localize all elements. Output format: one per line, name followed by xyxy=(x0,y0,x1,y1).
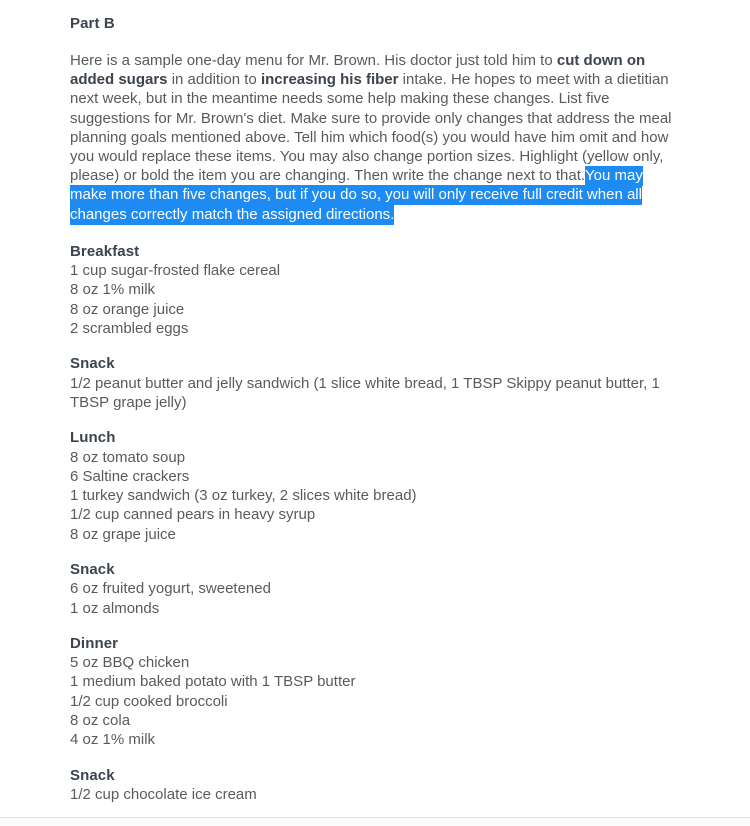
page-bottom-strip xyxy=(0,818,750,826)
meal-heading: Snack xyxy=(70,560,115,578)
meal-item: 6 oz fruited yogurt, sweetened xyxy=(70,580,271,598)
intro-bold-increasing-fiber: increasing his fiber xyxy=(260,71,399,89)
meal-item: 8 oz cola xyxy=(70,712,131,730)
meal-heading: Breakfast xyxy=(70,242,140,260)
meal-section-snack-evening: Snack 1/2 cup chocolate ice cream xyxy=(70,766,678,805)
meal-item: 8 oz tomato soup xyxy=(70,448,186,466)
meal-heading: Snack xyxy=(70,355,115,373)
meal-list: Breakfast 1 cup sugar-frosted flake cere… xyxy=(70,242,678,804)
meal-item: 1 turkey sandwich (3 oz turkey, 2 slices… xyxy=(70,487,417,505)
meal-section-lunch: Lunch 8 oz tomato soup 6 Saltine cracker… xyxy=(70,428,678,544)
meal-item: 1/2 cup chocolate ice cream xyxy=(70,785,257,803)
intro-text-segment-1: Here is a sample one-day menu for Mr. Br… xyxy=(70,52,557,69)
meal-item: 8 oz grape juice xyxy=(70,525,176,543)
meal-item: 1/2 cup canned pears in heavy syrup xyxy=(70,506,316,524)
meal-item: 4 oz 1% milk xyxy=(70,731,156,749)
meal-item: 1 oz almonds xyxy=(70,599,160,617)
document-content: Part B Here is a sample one-day menu for… xyxy=(70,14,678,820)
meal-item: 8 oz 1% milk xyxy=(70,281,156,299)
meal-item: 2 scrambled eggs xyxy=(70,320,189,338)
meal-heading: Lunch xyxy=(70,429,116,447)
meal-item: 6 Saltine crackers xyxy=(70,467,190,485)
document-page: Part B Here is a sample one-day menu for… xyxy=(0,0,750,826)
meal-section-dinner: Dinner 5 oz BBQ chicken 1 medium baked p… xyxy=(70,634,678,750)
page-title: Part B xyxy=(70,15,115,32)
meal-item: 1/2 peanut butter and jelly sandwich (1 … xyxy=(70,374,660,411)
intro-paragraph: Here is a sample one-day menu for Mr. Br… xyxy=(70,51,678,225)
meal-item: 5 oz BBQ chicken xyxy=(70,654,190,672)
intro-text-segment-2: in addition to xyxy=(167,71,261,89)
meal-section-snack-afternoon: Snack 6 oz fruited yogurt, sweetened 1 o… xyxy=(70,560,678,618)
meal-section-breakfast: Breakfast 1 cup sugar-frosted flake cere… xyxy=(70,242,678,338)
meal-section-snack-morning: Snack 1/2 peanut butter and jelly sandwi… xyxy=(70,354,678,412)
meal-item: 8 oz orange juice xyxy=(70,300,185,318)
meal-item: 1 medium baked potato with 1 TBSP butter xyxy=(70,673,356,691)
meal-item: 1/2 cup cooked broccoli xyxy=(70,692,228,710)
meal-heading: Dinner xyxy=(70,634,119,652)
meal-item: 1 cup sugar-frosted flake cereal xyxy=(70,262,281,280)
meal-heading: Snack xyxy=(70,766,115,784)
